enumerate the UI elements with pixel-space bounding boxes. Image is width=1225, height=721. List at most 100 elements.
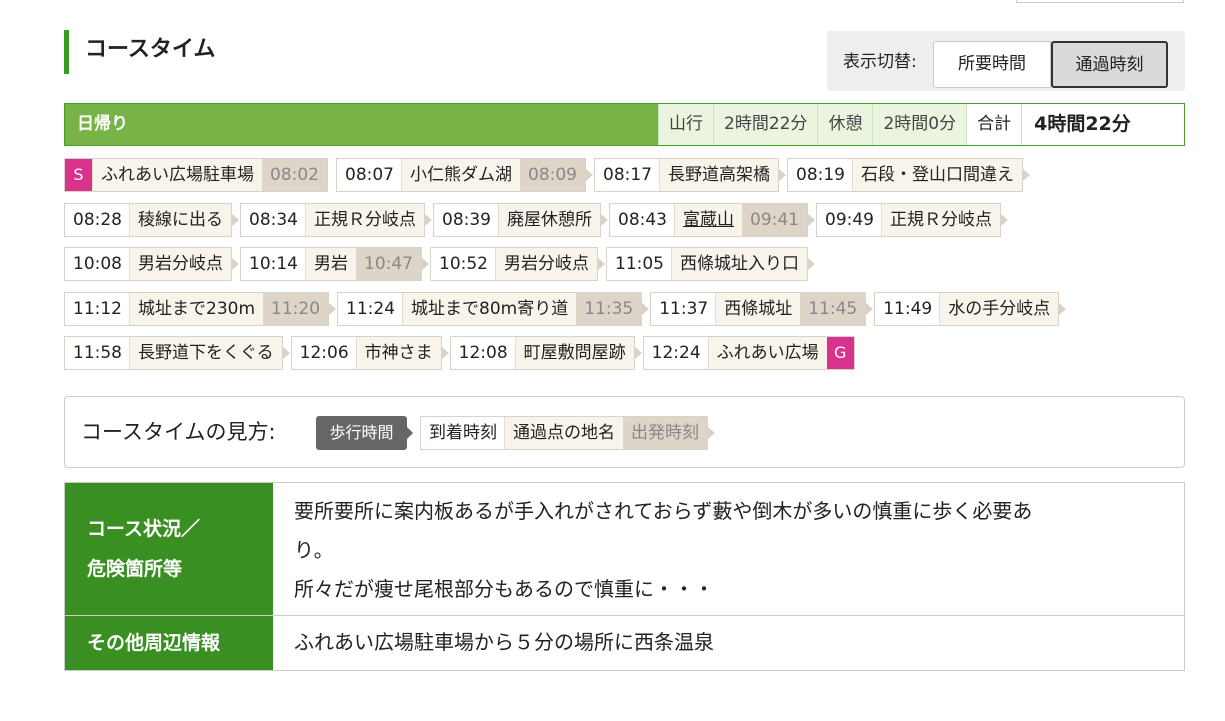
departure-time: 08:02 [262,159,327,191]
waypoint-name: ふれあい広場 [707,337,827,369]
arrival-time: 08:34 [241,203,305,236]
departure-time: 10:47 [356,248,421,280]
waypoint: 09:49 正規Ｒ分岐点 [816,202,1008,237]
waypoint: 12:06 市神さま [290,336,449,370]
total-time: 4時間22分 [1021,104,1143,145]
top-edge-element [1016,0,1184,3]
legend-waypoint-example: 到着時刻 通過点の地名 出発時刻 [420,416,715,450]
legend-label: コースタイムの見方: [81,420,276,444]
departure-time: 08:09 [520,159,585,191]
waypoint: 10:14 男岩 10:47 [240,247,429,281]
arrival-time: 08:19 [788,159,852,191]
waypoint-name: 稜線に出る [129,203,231,236]
arrival-time: 12:06 [291,337,356,369]
waypoint-name: 長野道高架橋 [659,159,778,191]
waypoint: 10:52 男岩分岐点 [430,247,605,281]
waypoint-name: 小仁熊ダム湖 [401,159,520,191]
info-row-conditions: コース状況／ 危険箇所等 要所要所に案内板あるが手入れがされておらず藪や倒木が多… [65,483,1184,616]
waypoint-name: 城址まで230m [129,292,264,325]
summit-link[interactable]: 富蔵山 [674,203,742,236]
arrival-time: 11:37 [651,292,716,325]
arrival-time: 10:08 [65,248,129,280]
legend-arrival: 到着時刻 [421,417,504,449]
arrival-time: 12:08 [450,337,515,369]
conditions-line-3: 所々だが痩せ尾根部分もあるので慎重に・・・ [294,577,714,601]
legend-place: 通過点の地名 [504,417,623,449]
course-row: 11:12 城址まで230m 11:20 11:24 城址まで80m寄り道 11… [64,291,1185,326]
course-row: 08:28 稜線に出る 08:34 正規Ｒ分岐点 08:39 廃屋休憩所 08:… [64,202,1185,237]
waypoint: 08:17 長野道高架橋 [594,158,786,192]
waypoint-start: S ふれあい広場駐車場 08:02 [64,158,328,192]
arrival-time: 11:05 [607,248,671,280]
waypoint-name: 男岩分岐点 [129,248,231,280]
arrival-time: 08:39 [434,203,498,236]
waypoint-name: 水の手分岐点 [939,292,1059,325]
departure-time: 11:20 [263,292,329,325]
rest-time: 2時間0分 [872,104,967,145]
waypoint: 08:07 小仁熊ダム湖 08:09 [336,158,593,192]
course-info-table: コース状況／ 危険箇所等 要所要所に案内板あるが手入れがされておらず藪や倒木が多… [64,482,1185,671]
waypoint-name: 長野道下をくぐる [129,337,282,369]
info-row-other: その他周辺情報 ふれあい広場駐車場から５分の場所に西条温泉 [65,616,1184,670]
waypoint-name: 男岩 [305,248,356,280]
toggle-passing-time-button[interactable]: 通過時刻 [1051,41,1168,88]
arrival-time: 11:49 [875,292,940,325]
arrival-time: 08:28 [65,203,129,236]
waypoint-name: 正規Ｒ分岐点 [305,203,424,236]
waypoint-name: 城址まで80m寄り道 [402,292,577,325]
arrival-time: 08:17 [595,159,659,191]
departure-time: 11:45 [800,292,866,325]
conditions-text: 要所要所に案内板あるが手入れがされておらず藪や倒木が多いの慎重に歩く必要あ り。… [273,483,1184,615]
course-summary-bar: 日帰り 山行 2時間22分 休憩 2時間0分 合計 4時間22分 [64,103,1185,146]
waypoint-name: 町屋敷問屋跡 [514,337,634,369]
rest-label: 休憩 [817,104,873,145]
conditions-heading: コース状況／ 危険箇所等 [65,483,273,615]
course-time-legend: コースタイムの見方: 歩行時間 到着時刻 通過点の地名 出発時刻 [64,396,1185,468]
waypoint: 12:08 町屋敷問屋跡 [449,336,642,370]
arrival-time: 11:58 [65,337,129,369]
total-label: 合計 [966,104,1022,145]
section-title: コースタイム [64,30,215,74]
waypoint: 11:37 西條城址 11:45 [650,291,874,326]
climb-label: 山行 [658,104,713,145]
goal-marker: G [826,337,854,369]
waypoint: 08:34 正規Ｒ分岐点 [240,202,432,237]
course-row: S ふれあい広場駐車場 08:02 08:07 小仁熊ダム湖 08:09 08:… [64,158,1185,192]
waypoint-name: 西條城址 [715,292,801,325]
conditions-heading-line-2: 危険箇所等 [87,558,183,580]
waypoint: 10:08 男岩分岐点 [64,247,239,281]
arrival-time: 10:14 [241,248,305,280]
toggle-duration-button[interactable]: 所要時間 [933,41,1051,88]
course-row: 11:58 長野道下をくぐる 12:06 市神さま 12:08 町屋敷問屋跡 1… [64,336,1185,370]
display-toggle: 表示切替: 所要時間 通過時刻 [827,31,1185,91]
arrival-time: 10:52 [431,248,495,280]
waypoint: 11:49 水の手分岐点 [874,291,1067,326]
start-marker: S [65,159,92,191]
waypoint-name: 西條城址入り口 [671,248,807,280]
waypoint-goal: 12:24 ふれあい広場 G [642,336,855,370]
arrival-time: 12:24 [643,337,708,369]
waypoint-name: 石段・登山口間違え [852,159,1022,191]
conditions-line-2: り。 [294,538,334,562]
other-info-text: ふれあい広場駐車場から５分の場所に西条温泉 [294,630,714,654]
waypoint: 08:43 富蔵山 09:41 [609,202,815,237]
waypoint: 08:28 稜線に出る [64,202,239,237]
trip-type: 日帰り [65,104,658,145]
waypoint-name: 市神さま [355,337,441,369]
departure-time: 09:41 [742,203,807,236]
legend-walk-time: 歩行時間 [316,416,413,450]
conditions-line-1: 要所要所に案内板あるが手入れがされておらず藪や倒木が多いの慎重に歩く必要あ [294,499,1033,523]
arrival-time: 08:07 [337,159,401,191]
waypoint: 11:12 城址まで230m 11:20 [64,291,337,326]
toggle-label: 表示切替: [843,52,917,72]
waypoint: 11:58 長野道下をくぐる [64,336,290,370]
arrival-time: 09:49 [817,203,881,236]
waypoint-name: 男岩分岐点 [495,248,597,280]
other-info-heading: その他周辺情報 [65,616,273,670]
waypoint: 11:24 城址まで80m寄り道 11:35 [337,291,650,326]
departure-time: 11:35 [576,292,642,325]
arrival-time: 08:43 [610,203,674,236]
waypoint-name: ふれあい広場駐車場 [92,159,262,191]
waypoint-name: 廃屋休憩所 [498,203,600,236]
arrival-time: 11:24 [338,292,403,325]
